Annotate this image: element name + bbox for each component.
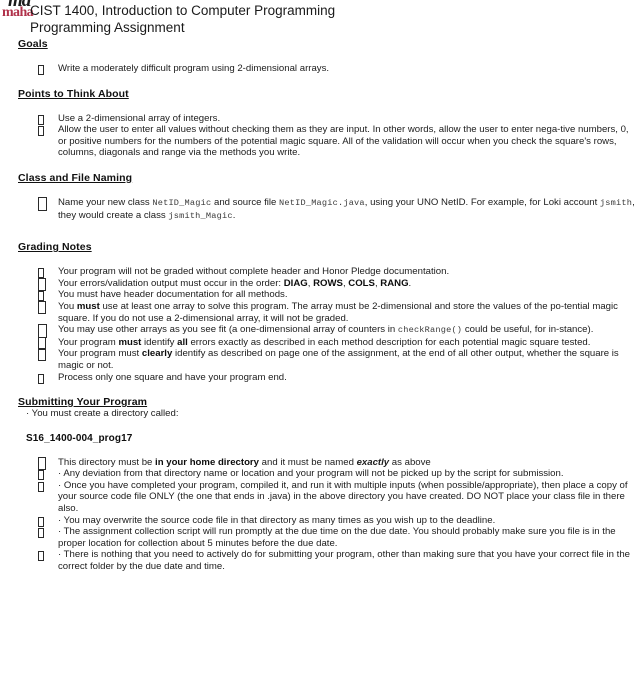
- bullet-box-icon: [38, 348, 46, 362]
- list-item-text: Process only one square and have your pr…: [58, 371, 287, 383]
- section-heading-naming: Class and File Naming: [18, 171, 133, 184]
- bullet-box-icon: [38, 268, 44, 279]
- must-array-post: use at least one array to solve this pro…: [58, 300, 618, 324]
- required-directory-name: S16_1400-004_prog17: [26, 432, 133, 444]
- code-netid-magic-file: NetID_Magic.java: [279, 197, 365, 208]
- course-title: CIST 1400, Introduction to Computer Prog…: [30, 3, 336, 18]
- error-code-cols: COLS: [348, 277, 375, 289]
- section-heading-grading: Grading Notes: [18, 241, 92, 254]
- grading-order-lead: Your errors/validation output must occur…: [58, 277, 284, 289]
- list-item: This directory must be in your home dire…: [0, 456, 637, 470]
- naming-text-part-3: , using your UNO NetID. For example, for…: [364, 196, 600, 208]
- emphasis-exactly: exactly: [356, 456, 390, 468]
- submitting-lead-line: · You must create a directory called:: [26, 408, 179, 420]
- home-dir-pre: This directory must be: [58, 456, 156, 468]
- error-code-diag: DIAG: [283, 277, 308, 289]
- bullet-box-icon: [38, 300, 46, 314]
- emphasis-all: all: [177, 336, 188, 348]
- list-item-text: · You may overwrite the source code file…: [58, 514, 496, 526]
- bullet-box-icon: [38, 126, 44, 137]
- clearly-identify-pre: Your program must: [58, 348, 142, 360]
- bullet-box-icon: [38, 516, 44, 527]
- list-item: · The assignment collection script will …: [0, 526, 637, 549]
- emphasis-must: must: [76, 300, 100, 312]
- naming-text-part-2: and source file: [211, 196, 280, 208]
- identify-errors-mid: identify: [141, 336, 178, 348]
- assignment-document-page: ma maha CIST 1400, Introduction to Compu…: [0, 0, 637, 696]
- list-item-text: Write a moderately difficult program usi…: [58, 63, 330, 74]
- list-item-text: · Any deviation from that directory name…: [58, 468, 564, 480]
- list-item: Your errors/validation output must occur…: [0, 277, 637, 291]
- emphasis-must-2: must: [118, 336, 142, 348]
- bullet-box-icon: [38, 373, 44, 384]
- goals-list: Write a moderately difficult program usi…: [0, 63, 637, 75]
- list-item: Name your new class NetID_Magic and sour…: [0, 196, 637, 222]
- code-jsmith-account: jsmith: [599, 197, 633, 208]
- other-arrays-pre: You may use other arrays as you see fit …: [58, 324, 398, 336]
- list-item: · Any deviation from that directory name…: [0, 468, 637, 481]
- identify-errors-pre: Your program: [58, 336, 119, 348]
- home-dir-post: as above: [389, 456, 431, 468]
- section-heading-submitting: Submitting Your Program: [18, 396, 148, 409]
- list-item: Your program must clearly identify as de…: [0, 348, 637, 371]
- grading-notes-list: Your program will not be graded without …: [0, 266, 637, 384]
- naming-text-part-1: Name your new class: [58, 196, 153, 208]
- list-item-text: Allow the user to enter all values witho…: [58, 124, 629, 159]
- emphasis-clearly: clearly: [141, 348, 173, 360]
- bullet-box-icon: [38, 65, 44, 75]
- list-item: · There is nothing that you need to acti…: [0, 549, 637, 572]
- list-item-text: You must have header documentation for a…: [58, 289, 288, 301]
- naming-text-part-5: .: [232, 209, 236, 221]
- identify-errors-post: errors exactly as described in each meth…: [187, 336, 591, 348]
- bullet-box-icon: [38, 291, 44, 302]
- error-code-rang: RANG: [380, 277, 409, 289]
- assignment-subtitle: Programming Assignment: [30, 20, 185, 35]
- list-item: Your program will not be graded without …: [0, 266, 637, 279]
- code-jsmith-magic-class: jsmith_Magic: [168, 210, 233, 221]
- bullet-box-icon: [38, 551, 44, 562]
- list-item: You may use other arrays as you see fit …: [0, 324, 637, 339]
- list-item: Write a moderately difficult program usi…: [0, 63, 637, 75]
- section-heading-points: Points to Think About: [18, 87, 129, 100]
- bullet-box-icon: [38, 196, 47, 211]
- list-item: Process only one square and have your pr…: [0, 372, 637, 384]
- list-item: · You may overwrite the source code file…: [0, 515, 637, 527]
- bullet-box-icon: [38, 481, 44, 492]
- document-masthead: ma maha CIST 1400, Introduction to Compu…: [0, 0, 637, 38]
- list-item: Use a 2-dimensional array of integers.: [0, 113, 637, 125]
- emphasis-home-directory: in your home directory: [155, 456, 259, 468]
- list-item: Your program must identify all errors ex…: [0, 336, 637, 350]
- grading-order-tail: .: [408, 277, 412, 289]
- code-netid-magic-class: NetID_Magic: [152, 197, 212, 208]
- error-code-rows: ROWS: [313, 277, 343, 289]
- list-item-text: Your program will not be graded without …: [58, 266, 450, 278]
- bullet-box-icon: [38, 470, 44, 481]
- list-item: Allow the user to enter all values witho…: [0, 124, 637, 159]
- home-dir-mid: and it must be named: [259, 456, 357, 468]
- points-list: Use a 2-dimensional array of integers. A…: [0, 113, 637, 159]
- other-arrays-post: could be useful, for in-stance).: [462, 324, 594, 336]
- list-item-text: Use a 2-dimensional array of integers.: [58, 112, 221, 124]
- section-heading-goals: Goals: [18, 38, 48, 50]
- bullet-box-icon: [38, 114, 44, 125]
- document-title-block: CIST 1400, Introduction to Computer Prog…: [30, 2, 335, 36]
- bullet-box-icon: [38, 528, 44, 539]
- submitting-list: This directory must be in your home dire…: [0, 456, 637, 573]
- code-check-range: checkRange(): [397, 325, 463, 336]
- list-item-text: · There is nothing that you need to acti…: [58, 549, 631, 573]
- list-item-text: · Once you have completed your program, …: [58, 479, 628, 515]
- must-array-pre: You: [58, 300, 77, 312]
- list-item: You must have header documentation for a…: [0, 289, 637, 302]
- list-item: · Once you have completed your program, …: [0, 480, 637, 515]
- naming-list: Name your new class NetID_Magic and sour…: [0, 196, 637, 222]
- list-item-text: · The assignment collection script will …: [58, 526, 616, 549]
- list-item: You must use at least one array to solve…: [0, 300, 637, 324]
